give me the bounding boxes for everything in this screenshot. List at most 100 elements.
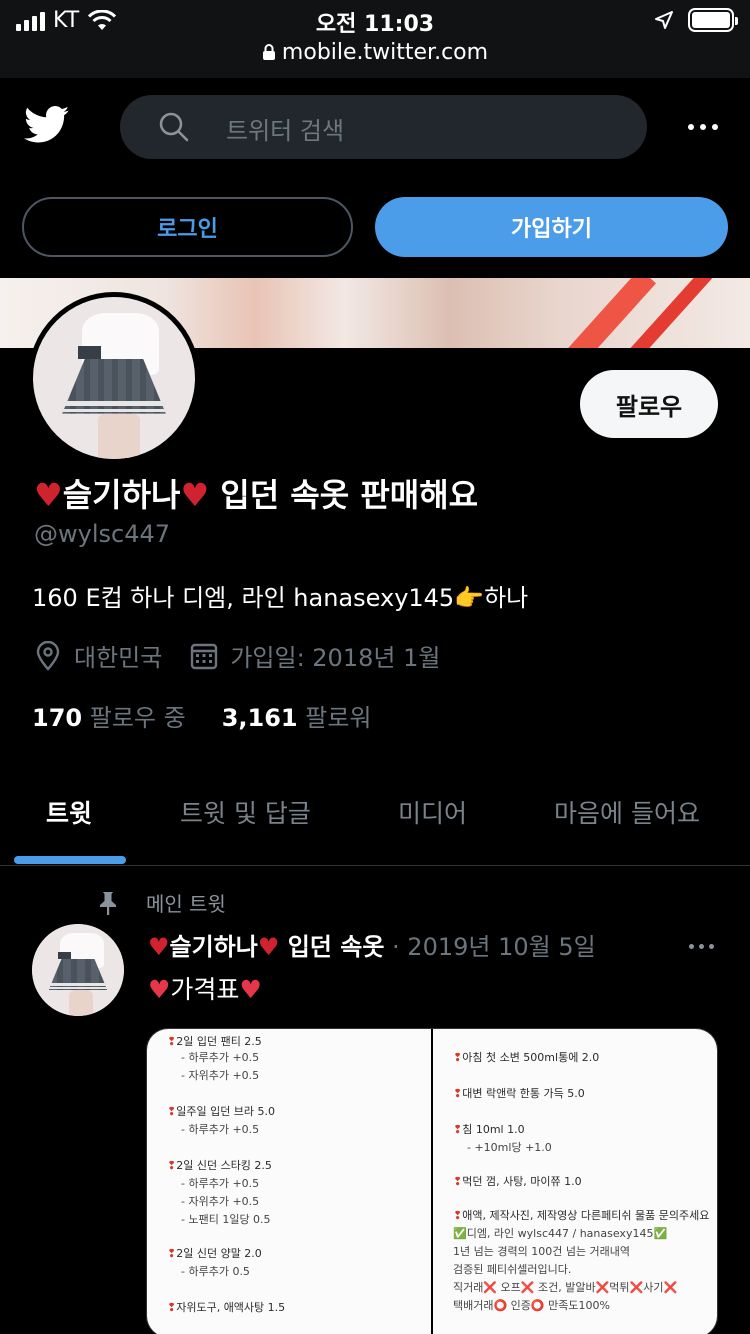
pushpin-icon: ❢ bbox=[167, 1035, 177, 1048]
pushpin-icon: ❢ bbox=[453, 1175, 463, 1188]
media-line: ✅디엠, 라인 wylsc447 / hanasexy145✅ bbox=[453, 1225, 667, 1241]
tweet-date: · 2019년 10월 5일 bbox=[392, 933, 596, 961]
media-line: - 하루추가 +0.5 bbox=[181, 1175, 259, 1191]
tab-media[interactable]: 미디어 bbox=[398, 794, 467, 830]
media-line-text: - 자위추가 +0.5 bbox=[181, 1069, 260, 1082]
media-line: 택배거래⭕ 인증⭕ 만족도100% bbox=[453, 1297, 610, 1313]
clock: 오전 11:03 bbox=[315, 12, 435, 37]
media-line-text: 일주일 입던 브라 5.0 bbox=[176, 1105, 276, 1118]
location-pin-icon bbox=[36, 640, 60, 671]
media-line: - 하루추가 +0.5 bbox=[181, 1121, 259, 1137]
media-line: ❢침 10ml 1.0 bbox=[453, 1121, 525, 1137]
pushpin-icon: ❢ bbox=[167, 1247, 177, 1260]
media-line-text: ✅디엠, 라인 wylsc447 / hanasexy145✅ bbox=[453, 1227, 668, 1240]
heart-icon: ♥ bbox=[148, 933, 170, 961]
tab-likes[interactable]: 마음에 들어요 bbox=[554, 794, 700, 830]
media-line: - +10ml당 +1.0 bbox=[467, 1139, 552, 1155]
media-line-text: 애액, 제작사진, 제작영상 다른페티쉬 물품 문의주세요 bbox=[462, 1209, 710, 1222]
sparkling-heart-icon: ♥ bbox=[148, 975, 171, 1004]
profile-handle: @wylsc447 bbox=[34, 520, 171, 548]
heart-icon: ♥ bbox=[180, 476, 210, 514]
tweet-avatar[interactable] bbox=[32, 924, 124, 1016]
media-line-text: - 하루추가 0.5 bbox=[181, 1265, 250, 1278]
followers-link[interactable]: 3,161 팔로워 bbox=[222, 698, 372, 733]
pushpin-icon: ❢ bbox=[167, 1105, 177, 1118]
search-icon bbox=[159, 112, 189, 142]
battery-icon bbox=[688, 8, 738, 32]
media-line-text: 2일 신던 스타킹 2.5 bbox=[176, 1159, 272, 1172]
heart-icon: ♥ bbox=[257, 933, 280, 961]
media-line: ❢2일 입던 팬티 2.5 bbox=[167, 1033, 262, 1049]
followers-label: 팔로워 bbox=[305, 704, 372, 732]
media-line: 직거래❌ 오프❌ 조건, 발알바❌먹튀❌사기❌ bbox=[453, 1279, 677, 1295]
media-line-text: 2일 신던 양말 2.0 bbox=[176, 1247, 262, 1260]
tweet-header[interactable]: ♥슬기하나♥ 입던 속옷 · 2019년 10월 5일 bbox=[148, 927, 596, 962]
active-tab-indicator bbox=[14, 856, 126, 864]
pushpin-icon: ❢ bbox=[453, 1051, 463, 1064]
media-line: 검증된 페티쉬셀러입니다. bbox=[453, 1261, 571, 1277]
tweet-body: 가격표 bbox=[170, 975, 240, 1004]
profile-stats: 170 팔로우 중 3,161 팔로워 bbox=[32, 698, 372, 733]
media-line-text: - 하루추가 +0.5 bbox=[181, 1123, 260, 1136]
media-line: ❢2일 신던 양말 2.0 bbox=[167, 1245, 262, 1261]
tab-tweets[interactable]: 트윗 bbox=[46, 794, 92, 830]
media-line-text: - 하루추가 +0.5 bbox=[181, 1051, 260, 1064]
lock-icon bbox=[262, 44, 275, 60]
url-bar[interactable]: mobile.twitter.com bbox=[0, 40, 750, 65]
media-line: - 자위추가 +0.5 bbox=[181, 1193, 259, 1209]
media-image-right[interactable]: ❢아침 첫 소변 500ml통에 2.0 ❢대변 락앤락 한통 가득 5.0 ❢침 … bbox=[433, 1029, 717, 1334]
following-link[interactable]: 170 팔로우 중 bbox=[32, 698, 186, 733]
media-line: ❢대변 락앤락 한통 가득 5.0 bbox=[453, 1085, 585, 1101]
search-placeholder: 트위터 검색 bbox=[226, 117, 345, 145]
profile-name-text: 슬기하나 bbox=[62, 476, 181, 514]
media-line: ❢2일 신던 스타킹 2.5 bbox=[167, 1157, 272, 1173]
media-line: ❢아침 첫 소변 500ml통에 2.0 bbox=[453, 1049, 599, 1065]
tweet-author-suffix: 입던 속옷 bbox=[287, 933, 385, 961]
login-button[interactable]: 로그인 bbox=[22, 197, 353, 257]
follow-button[interactable]: 팔로우 bbox=[580, 370, 718, 438]
media-line: - 자위추가 +0.5 bbox=[181, 1067, 259, 1083]
media-line: ❢자위도구, 애액사탕 1.5 bbox=[167, 1299, 285, 1315]
media-line-text: - +10ml당 +1.0 bbox=[467, 1141, 552, 1154]
header: 트위터 검색 bbox=[0, 78, 750, 178]
media-line: - 하루추가 0.5 bbox=[181, 1263, 250, 1279]
signup-button[interactable]: 가입하기 bbox=[375, 197, 728, 257]
tweet-more-icon[interactable] bbox=[689, 944, 714, 949]
pinned-indicator: 메인 트윗 bbox=[96, 888, 226, 917]
profile-name: ♥슬기하나♥ 입던 속옷 판매해요 bbox=[34, 470, 478, 516]
profile-location: 대한민국 bbox=[74, 644, 163, 672]
media-line: ❢애액, 제작사진, 제작영상 다른페티쉬 물품 문의주세요 bbox=[453, 1207, 709, 1223]
profile-joined: 가입일: 2018년 1월 bbox=[230, 644, 441, 672]
media-line-text: 대변 락앤락 한통 가득 5.0 bbox=[462, 1087, 585, 1100]
profile-avatar[interactable] bbox=[28, 292, 200, 464]
search-bar[interactable]: 트위터 검색 bbox=[120, 95, 647, 159]
pinned-label: 메인 트윗 bbox=[146, 892, 226, 916]
following-label: 팔로우 중 bbox=[89, 704, 186, 732]
tweet-media[interactable]: ❢2일 입던 팬티 2.5- 하루추가 +0.5- 자위추가 +0.5 ❢일주일 … bbox=[146, 1028, 718, 1334]
media-image-left[interactable]: ❢2일 입던 팬티 2.5- 하루추가 +0.5- 자위추가 +0.5 ❢일주일 … bbox=[147, 1029, 431, 1334]
pin-icon bbox=[100, 891, 116, 915]
heart-icon: ♥ bbox=[34, 476, 63, 514]
tab-tweets-replies[interactable]: 트윗 및 답글 bbox=[180, 794, 311, 830]
twitter-logo-icon[interactable] bbox=[24, 106, 70, 144]
media-line: - 노팬티 1일당 0.5 bbox=[181, 1211, 271, 1227]
media-line-text: 아침 첫 소변 500ml통에 2.0 bbox=[462, 1051, 600, 1064]
media-line-text: 자위도구, 애액사탕 1.5 bbox=[176, 1301, 286, 1314]
following-count: 170 bbox=[32, 704, 83, 732]
media-line-text: 침 10ml 1.0 bbox=[462, 1123, 525, 1136]
status-right bbox=[654, 8, 738, 32]
profile-bio: 160 E컵 하나 디엠, 라인 hanasexy145👉하나 bbox=[32, 584, 529, 612]
media-line-text: - 자위추가 +0.5 bbox=[181, 1195, 260, 1208]
profile-name-suffix: 입던 속옷 판매해요 bbox=[220, 476, 479, 514]
tweet-author: 슬기하나 bbox=[169, 933, 258, 961]
media-line-text: 먹던 껌, 사탕, 마이쮸 1.0 bbox=[462, 1175, 582, 1188]
media-line: ❢일주일 입던 브라 5.0 bbox=[167, 1103, 275, 1119]
media-line-text: - 노팬티 1일당 0.5 bbox=[181, 1213, 271, 1226]
profile-meta: 대한민국 가입일: 2018년 1월 bbox=[34, 638, 440, 673]
calendar-icon bbox=[191, 643, 218, 669]
media-line: ❢먹던 껌, 사탕, 마이쮸 1.0 bbox=[453, 1173, 582, 1189]
more-options-icon[interactable] bbox=[688, 124, 718, 130]
pushpin-icon: ❢ bbox=[453, 1209, 463, 1222]
status-bar: KT 오전 11:03 mobile.twitter.com bbox=[0, 0, 750, 78]
location-arrow-icon bbox=[655, 11, 673, 29]
